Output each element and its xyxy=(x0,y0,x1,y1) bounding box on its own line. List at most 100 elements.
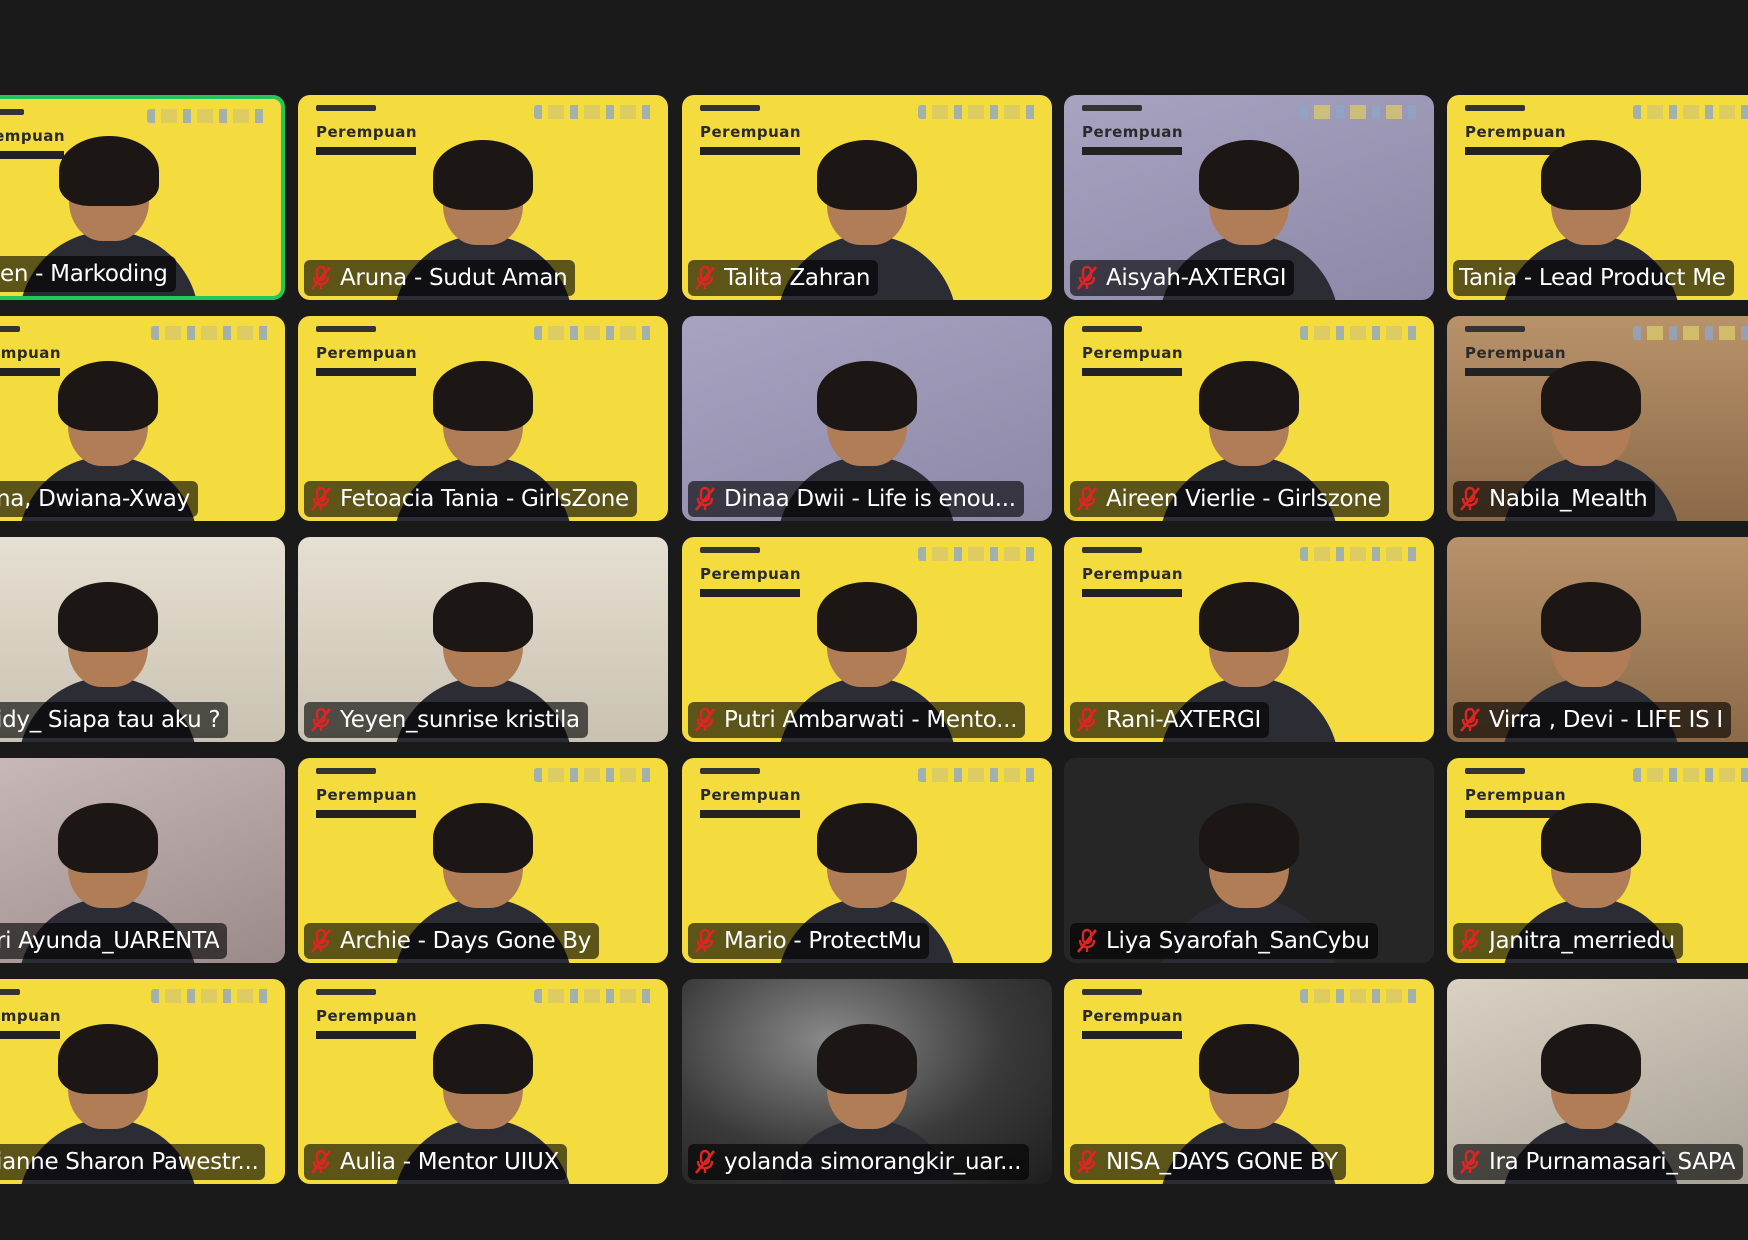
participant-name: Mario - ProtectMu xyxy=(724,928,922,954)
mic-muted-icon xyxy=(1076,486,1098,511)
participant-name-label: Liya Syarofah_SanCybu xyxy=(1070,923,1378,959)
mic-muted-icon xyxy=(1459,707,1481,732)
banner-title: Perempuan xyxy=(1465,786,1567,804)
sponsor-logos xyxy=(151,989,271,1003)
mic-muted-icon xyxy=(1076,928,1098,953)
participant-tile-p17[interactable]: Perempuan Archie - Days Gone By xyxy=(298,758,668,963)
participant-tile-p11[interactable]: idy_ Siapa tau aku ? xyxy=(0,537,285,742)
participant-name-label: Aruna - Sudut Aman xyxy=(304,260,576,296)
participant-name: Putri Ambarwati - Mento... xyxy=(724,707,1018,733)
banner-title: Perempuan xyxy=(1465,344,1567,362)
participant-name-label: Archie - Days Gone By xyxy=(304,923,600,959)
participant-tile-p6[interactable]: Perempuan na, Dwiana-Xway xyxy=(0,316,285,521)
mic-muted-icon xyxy=(310,928,332,953)
participant-tile-p3[interactable]: Perempuan Talita Zahran xyxy=(682,95,1052,300)
participant-name-label: Rani-AXTERGI xyxy=(1070,702,1269,738)
participant-name: Virra , Devi - LIFE IS I xyxy=(1489,707,1723,733)
participant-name-label: Putri Ambarwati - Mento... xyxy=(688,702,1026,738)
participant-name: na, Dwiana-Xway xyxy=(0,486,190,512)
participant-tile-p25[interactable]: Ira Purnamasari_SAPA xyxy=(1447,979,1748,1184)
participant-tile-p1[interactable]: Perempuanen - Markoding xyxy=(0,95,285,300)
participant-tile-p10[interactable]: Perempuan Nabila_Mealth xyxy=(1447,316,1748,521)
banner-title: Perempuan xyxy=(316,1007,418,1025)
participant-name: Aruna - Sudut Aman xyxy=(340,265,568,291)
participant-tile-p24[interactable]: Perempuan NISA_DAYS GONE BY xyxy=(1064,979,1434,1184)
participant-tile-p21[interactable]: Perempuan ianne Sharon Pawestr... xyxy=(0,979,285,1184)
mic-muted-icon xyxy=(1459,486,1481,511)
participant-name-label: ri Ayunda_UARENTA xyxy=(0,923,228,959)
participant-name: Aireen Vierlie - Girlszone xyxy=(1106,486,1382,512)
banner-title: Perempuan xyxy=(1082,123,1184,141)
mic-muted-icon xyxy=(1076,707,1098,732)
participant-tile-p8[interactable]: Dinaa Dwii - Life is enou... xyxy=(682,316,1052,521)
mic-muted-icon xyxy=(1459,928,1481,953)
participant-name-label: Virra , Devi - LIFE IS I xyxy=(1453,702,1731,738)
participant-name-label: NISA_DAYS GONE BY xyxy=(1070,1144,1346,1180)
sponsor-logos xyxy=(1300,547,1420,561)
sponsor-logos xyxy=(151,326,271,340)
participant-tile-p16[interactable]: ri Ayunda_UARENTA xyxy=(0,758,285,963)
participant-tile-p15[interactable]: Virra , Devi - LIFE IS I xyxy=(1447,537,1748,742)
participant-name: idy_ Siapa tau aku ? xyxy=(0,707,221,733)
banner-title: Perempuan xyxy=(700,565,802,583)
mic-muted-icon xyxy=(1076,1149,1098,1174)
participant-tile-p5[interactable]: Perempuan Tania - Lead Product Me xyxy=(1447,95,1748,300)
mic-muted-icon xyxy=(310,265,332,290)
participant-name: Rani-AXTERGI xyxy=(1106,707,1261,733)
participant-tile-p12[interactable]: Yeyen_sunrise kristila xyxy=(298,537,668,742)
mic-muted-icon xyxy=(310,486,332,511)
participant-name: ri Ayunda_UARENTA xyxy=(0,928,220,954)
participant-name: Archie - Days Gone By xyxy=(340,928,592,954)
participant-name-label: en - Markoding xyxy=(0,256,176,292)
banner-title: Perempuan xyxy=(1465,123,1567,141)
banner-title: Perempuan xyxy=(0,1007,62,1025)
participant-tile-p4[interactable]: Perempuan Aisyah-AXTERGI xyxy=(1064,95,1434,300)
participant-name-label: ianne Sharon Pawestr... xyxy=(0,1144,265,1180)
participant-tile-p19[interactable]: Liya Syarofah_SanCybu xyxy=(1064,758,1434,963)
mic-muted-icon xyxy=(694,1149,716,1174)
participant-name: Ira Purnamasari_SAPA xyxy=(1489,1149,1736,1175)
banner-title: Perempuan xyxy=(700,786,802,804)
participant-name-label: Aisyah-AXTERGI xyxy=(1070,260,1295,296)
sponsor-logos xyxy=(1300,326,1420,340)
participant-name-label: Tania - Lead Product Me xyxy=(1453,260,1734,296)
participant-tile-p2[interactable]: Perempuan Aruna - Sudut Aman xyxy=(298,95,668,300)
participant-tile-p7[interactable]: Perempuan Fetoacia Tania - GirlsZone xyxy=(298,316,668,521)
sponsor-logos xyxy=(534,105,654,119)
participant-name: Fetoacia Tania - GirlsZone xyxy=(340,486,629,512)
banner-title: Perempuan xyxy=(700,123,802,141)
participant-name: Nabila_Mealth xyxy=(1489,486,1648,512)
sponsor-logos xyxy=(1300,105,1420,119)
sponsor-logos xyxy=(534,326,654,340)
participant-name: ianne Sharon Pawestr... xyxy=(0,1149,257,1175)
participant-tile-p18[interactable]: Perempuan Mario - ProtectMu xyxy=(682,758,1052,963)
participant-name-label: yolanda simorangkir_uar... xyxy=(688,1144,1030,1180)
banner-title: Perempuan xyxy=(316,786,418,804)
mic-muted-icon xyxy=(310,1149,332,1174)
participant-name-label: Nabila_Mealth xyxy=(1453,481,1656,517)
participant-name: Janitra_merriedu xyxy=(1489,928,1675,954)
participant-name: Tania - Lead Product Me xyxy=(1459,265,1726,291)
participant-name-label: Janitra_merriedu xyxy=(1453,923,1683,959)
participant-tile-p14[interactable]: Perempuan Rani-AXTERGI xyxy=(1064,537,1434,742)
mic-muted-icon xyxy=(694,265,716,290)
participant-name-label: Talita Zahran xyxy=(688,260,879,296)
banner-title: Perempuan xyxy=(316,123,418,141)
participant-tile-p9[interactable]: Perempuan Aireen Vierlie - Girlszone xyxy=(1064,316,1434,521)
participant-name-label: Fetoacia Tania - GirlsZone xyxy=(304,481,637,517)
participant-name: NISA_DAYS GONE BY xyxy=(1106,1149,1338,1175)
participant-tile-p22[interactable]: Perempuan Aulia - Mentor UIUX xyxy=(298,979,668,1184)
mic-muted-icon xyxy=(1076,265,1098,290)
participant-name-label: Dinaa Dwii - Life is enou... xyxy=(688,481,1024,517)
banner-title: Perempuan xyxy=(1082,344,1184,362)
participant-name: Liya Syarofah_SanCybu xyxy=(1106,928,1370,954)
participant-name-label: idy_ Siapa tau aku ? xyxy=(0,702,229,738)
banner-title: Perempuan xyxy=(316,344,418,362)
sponsor-logos xyxy=(1300,989,1420,1003)
sponsor-logos xyxy=(1633,326,1748,340)
participant-name: en - Markoding xyxy=(0,261,168,287)
participant-tile-p20[interactable]: Perempuan Janitra_merriedu xyxy=(1447,758,1748,963)
participant-tile-p13[interactable]: Perempuan Putri Ambarwati - Mento... xyxy=(682,537,1052,742)
participant-tile-p23[interactable]: yolanda simorangkir_uar... xyxy=(682,979,1052,1184)
banner-title: Perempuan xyxy=(0,344,62,362)
